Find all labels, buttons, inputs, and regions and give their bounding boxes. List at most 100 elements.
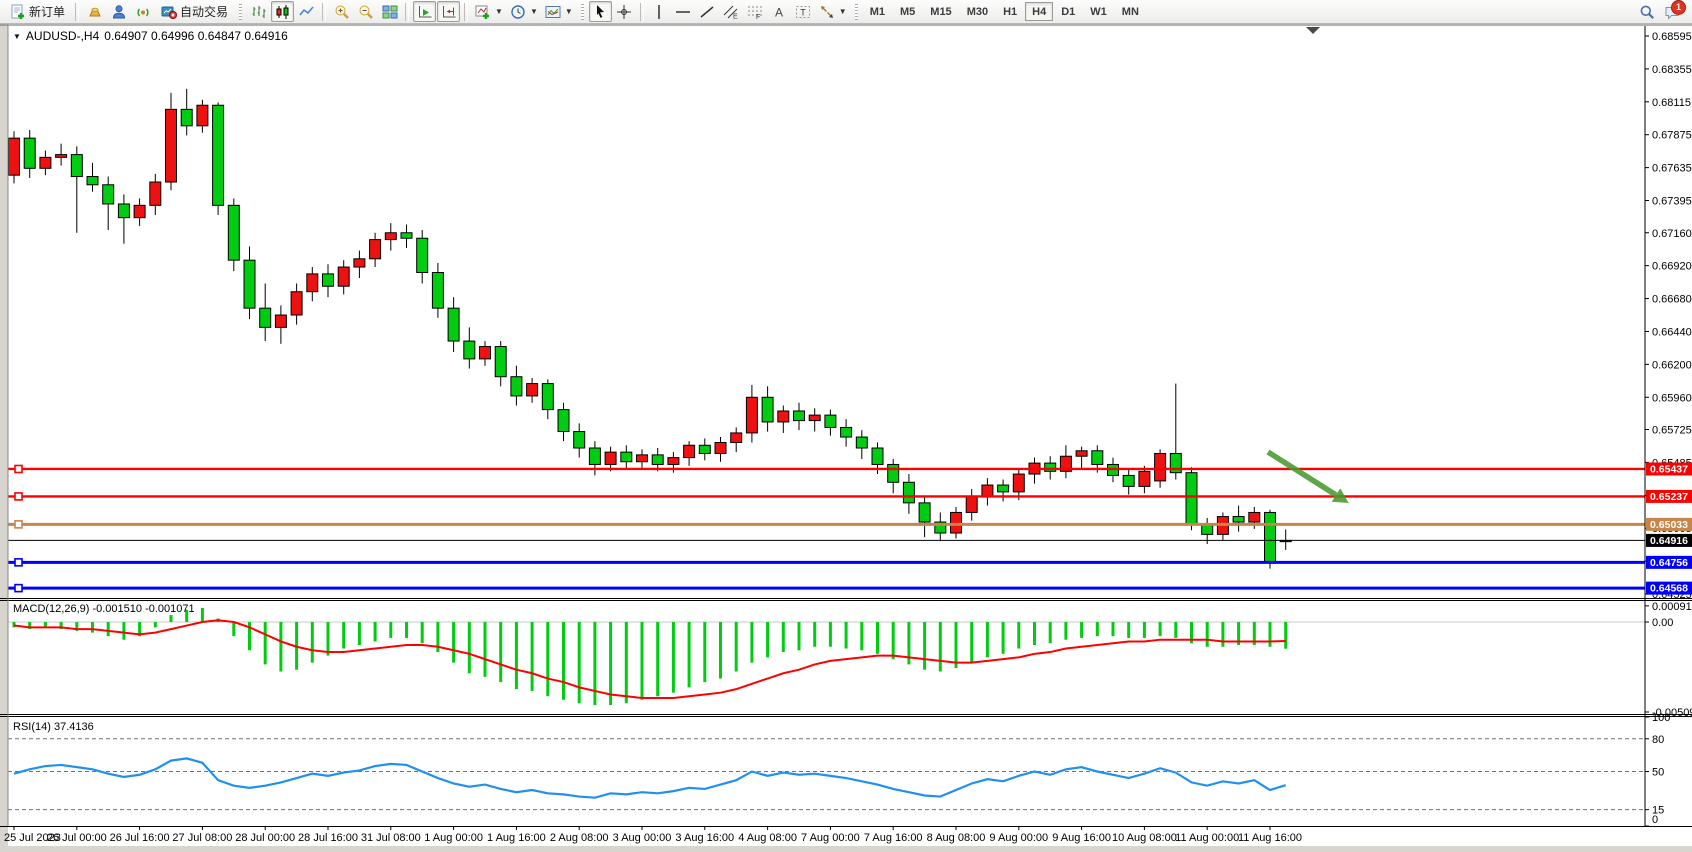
line-handle <box>15 585 22 592</box>
rsi-indicator-label: RSI(14) 37.4136 <box>13 721 94 733</box>
zoom-out-button[interactable] <box>354 1 377 22</box>
svg-text:27 Jul 08:00: 27 Jul 08:00 <box>172 832 232 844</box>
tile-windows-icon <box>382 4 398 20</box>
svg-text:0.67875: 0.67875 <box>1652 130 1692 142</box>
chat-button[interactable]: 1 <box>1664 4 1680 20</box>
svg-text:50: 50 <box>1652 767 1664 779</box>
chart-shift-button[interactable] <box>437 1 460 22</box>
timeframe-mn[interactable]: MN <box>1115 2 1146 21</box>
crosshair-button[interactable] <box>613 1 636 22</box>
svg-text:0.00: 0.00 <box>1652 617 1673 629</box>
price-chart-canvas[interactable]: 0.685950.683550.681150.678750.676350.673… <box>0 24 1692 852</box>
timeframe-m15[interactable]: M15 <box>923 2 958 21</box>
horizontal-line-icon <box>675 4 691 20</box>
svg-text:11 Aug 00:00: 11 Aug 00:00 <box>1175 832 1239 844</box>
gold-button[interactable] <box>83 1 106 22</box>
macd-indicator-label: MACD(12,26,9) -0.001510 -0.001071 <box>13 603 195 615</box>
timeframe-h1[interactable]: H1 <box>996 2 1024 21</box>
new-order-button[interactable]: 新订单 <box>4 1 71 22</box>
search-button[interactable] <box>1635 1 1658 22</box>
svg-text:1 Aug 16:00: 1 Aug 16:00 <box>487 832 546 844</box>
crosshair-icon <box>616 4 632 20</box>
templates-button[interactable]: ▼ <box>542 1 576 22</box>
timeframe-m30[interactable]: M30 <box>960 2 995 21</box>
chevron-down-icon: ▼ <box>565 7 573 16</box>
signals-button[interactable] <box>131 1 154 22</box>
svg-text:0.000913: 0.000913 <box>1652 601 1692 613</box>
svg-text:4 Aug 08:00: 4 Aug 08:00 <box>738 832 797 844</box>
horizontal-line-button[interactable] <box>672 1 695 22</box>
svg-text:26 Jul 16:00: 26 Jul 16:00 <box>110 832 170 844</box>
svg-text:1 Aug 00:00: 1 Aug 00:00 <box>424 832 483 844</box>
indicators-icon <box>475 4 491 20</box>
svg-text:E: E <box>733 13 738 20</box>
chevron-down-icon: ▼ <box>839 7 847 16</box>
line-chart-icon <box>299 4 315 20</box>
candlestick-chart-icon <box>275 4 291 20</box>
cursor-button[interactable] <box>589 1 612 22</box>
timeframe-d1[interactable]: D1 <box>1054 2 1082 21</box>
trendline-button[interactable] <box>696 1 719 22</box>
svg-text:0.66920: 0.66920 <box>1652 261 1692 273</box>
toolbar-grip <box>855 4 858 20</box>
svg-text:0.65237: 0.65237 <box>1650 491 1688 503</box>
chevron-down-icon: ▼ <box>495 7 503 16</box>
text-button[interactable]: A <box>768 1 791 22</box>
chart-ohlc-values: 0.64907 0.64996 0.64847 0.64916 <box>104 29 288 43</box>
line-handle <box>15 493 22 500</box>
search-icon <box>1639 4 1655 20</box>
svg-text:0.64756: 0.64756 <box>1650 557 1688 569</box>
svg-text:F: F <box>756 14 760 20</box>
chevron-down-icon: ▼ <box>530 7 538 16</box>
line-chart-button[interactable] <box>295 1 318 22</box>
svg-text:0.68355: 0.68355 <box>1652 64 1692 76</box>
auto-scroll-button[interactable] <box>413 1 436 22</box>
bar-chart-button[interactable] <box>247 1 270 22</box>
mt4-window: 新订单 自动交易 <box>0 0 1692 852</box>
trendline-icon <box>699 4 715 20</box>
vertical-line-button[interactable] <box>648 1 671 22</box>
svg-text:7 Aug 16:00: 7 Aug 16:00 <box>864 832 923 844</box>
svg-text:2 Aug 08:00: 2 Aug 08:00 <box>550 832 609 844</box>
indicators-button[interactable]: ▼ <box>472 1 506 22</box>
timeframe-m5[interactable]: M5 <box>893 2 922 21</box>
svg-text:9 Aug 16:00: 9 Aug 16:00 <box>1052 832 1111 844</box>
auto-trading-button[interactable]: 自动交易 <box>155 1 234 22</box>
accounts-button[interactable] <box>107 1 130 22</box>
line-handle <box>15 465 22 472</box>
fibonacci-icon: F <box>747 4 763 20</box>
templates-icon <box>545 4 561 20</box>
svg-text:9 Aug 00:00: 9 Aug 00:00 <box>989 832 1048 844</box>
periods-clock-icon <box>510 4 526 20</box>
text-label-button[interactable]: T <box>792 1 815 22</box>
arrows-icon <box>819 4 835 20</box>
fibonacci-button[interactable]: F <box>744 1 767 22</box>
zoom-in-icon <box>334 4 350 20</box>
candlestick-chart-button[interactable] <box>271 1 294 22</box>
toolbar-grip <box>581 4 584 20</box>
toolbar-separator <box>322 3 326 21</box>
svg-text:0.64568: 0.64568 <box>1650 583 1688 595</box>
auto-trading-icon <box>161 4 177 20</box>
chart-window[interactable]: 0.685950.683550.681150.678750.676350.673… <box>0 24 1692 852</box>
zoom-out-icon <box>358 4 374 20</box>
toolbar-separator <box>464 3 468 21</box>
svg-text:0.65033: 0.65033 <box>1650 519 1688 531</box>
timeframe-m1[interactable]: M1 <box>863 2 892 21</box>
timeframe-w1[interactable]: W1 <box>1083 2 1114 21</box>
new-order-icon <box>10 4 26 20</box>
collapse-arrow-icon[interactable]: ▼ <box>13 32 21 41</box>
periods-button[interactable]: ▼ <box>507 1 541 22</box>
svg-text:7 Aug 00:00: 7 Aug 00:00 <box>801 832 860 844</box>
toolbar-right: 1 <box>1635 1 1688 22</box>
zoom-in-button[interactable] <box>330 1 353 22</box>
arrows-button[interactable]: ▼ <box>816 1 850 22</box>
tile-windows-button[interactable] <box>378 1 401 22</box>
svg-text:0.67395: 0.67395 <box>1652 196 1692 208</box>
notification-badge: 1 <box>1671 0 1686 15</box>
auto-scroll-icon <box>417 4 433 20</box>
timeframe-h4[interactable]: H4 <box>1025 2 1053 21</box>
svg-text:26 Jul 00:00: 26 Jul 00:00 <box>47 832 107 844</box>
equidistant-channel-button[interactable]: E <box>720 1 743 22</box>
toolbar: 新订单 自动交易 <box>0 0 1692 24</box>
